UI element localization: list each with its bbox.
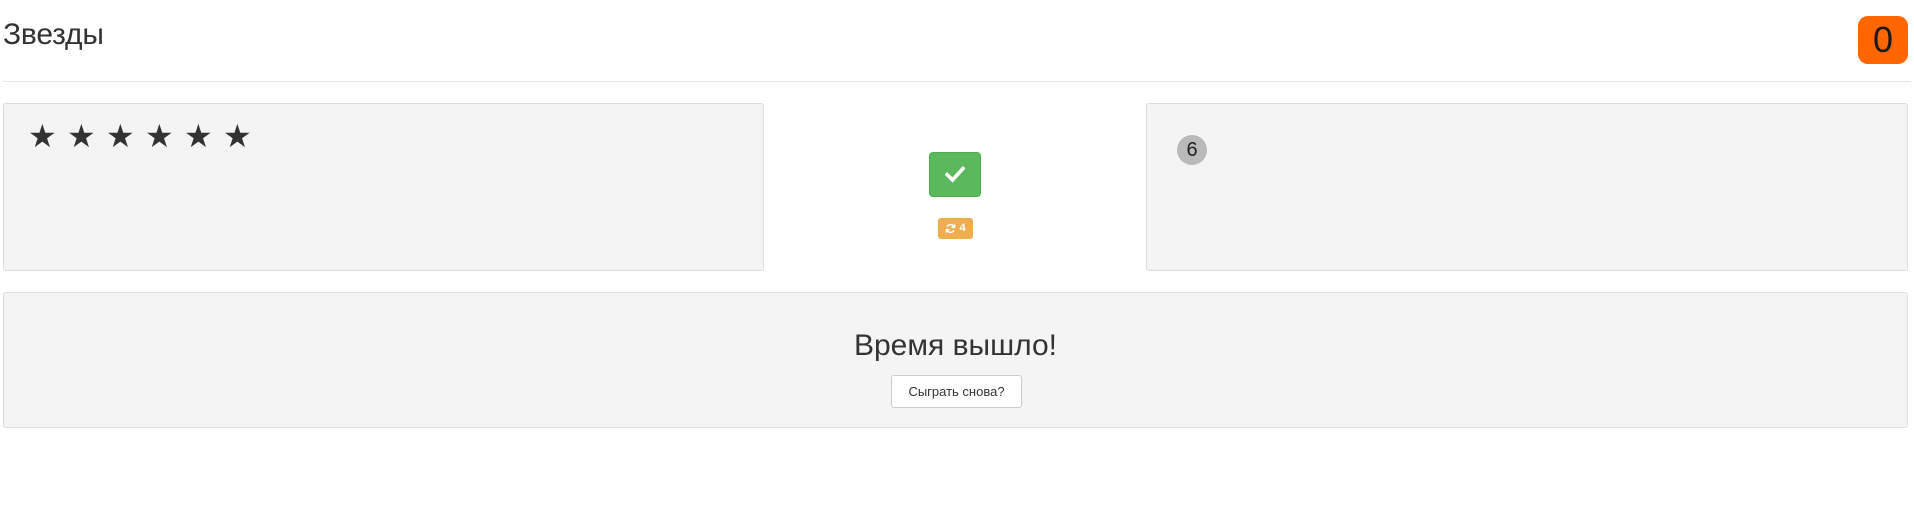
replay-button[interactable]: Сыграть снова?	[891, 375, 1022, 408]
page-title: Звезды	[3, 18, 104, 51]
game-page: Звезды 0 ★ ★ ★ ★ ★ ★ 4 6 Время вышло! Сы…	[0, 0, 1914, 513]
star-icon: ★	[223, 118, 252, 154]
star-icon: ★	[184, 118, 213, 154]
star-icon: ★	[145, 118, 174, 154]
stars-row: ★ ★ ★ ★ ★ ★	[28, 118, 252, 154]
score-badge: 0	[1858, 16, 1908, 64]
refresh-badge[interactable]: 4	[938, 218, 973, 239]
star-icon: ★	[67, 118, 96, 154]
refresh-count: 4	[959, 222, 966, 234]
answer-panel: 6	[1146, 103, 1908, 271]
check-icon	[945, 165, 965, 183]
star-icon: ★	[106, 118, 135, 154]
refresh-icon	[946, 223, 956, 234]
stars-panel: ★ ★ ★ ★ ★ ★	[3, 103, 764, 271]
star-icon: ★	[28, 118, 57, 154]
result-panel: Время вышло! Сыграть снова?	[3, 292, 1908, 428]
check-button[interactable]	[929, 152, 981, 197]
answer-number: 6	[1177, 135, 1207, 165]
header: Звезды 0	[3, 0, 1911, 82]
controls-area: 4	[764, 103, 1146, 271]
timeout-message: Время вышло!	[853, 329, 1057, 362]
